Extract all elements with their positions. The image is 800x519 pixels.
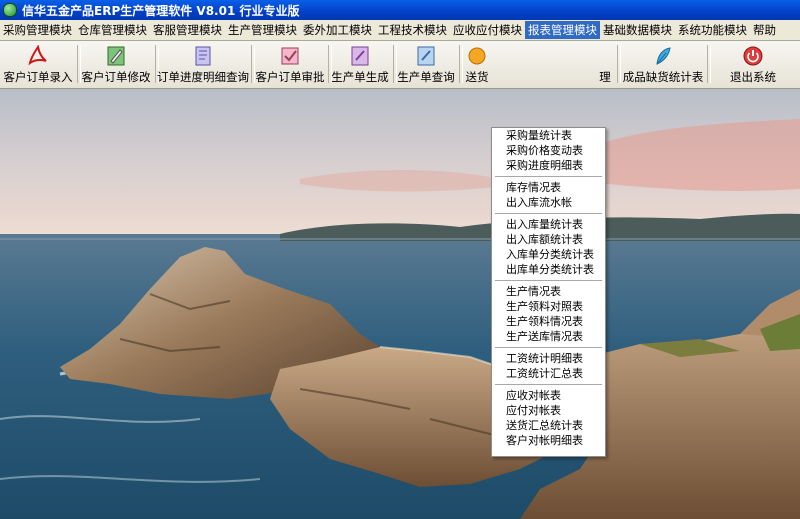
menu-item-production-material-comparison[interactable]: 生产领料对照表 xyxy=(492,299,605,314)
menu-item-receivable-reconciliation[interactable]: 应收对帐表 xyxy=(492,388,605,403)
title-bar: 信华五金产品ERP生产管理软件 V8.01 行业专业版 xyxy=(0,0,800,20)
customer-order-entry-button[interactable]: 客户订单录入 xyxy=(2,42,74,86)
customer-order-approve-button[interactable]: 客户订单审批 xyxy=(254,42,326,86)
app-icon xyxy=(3,3,17,17)
toolbar-button-partial[interactable]: 理 xyxy=(595,42,615,86)
menu-warehouse[interactable]: 仓库管理模块 xyxy=(75,21,150,39)
menu-basic-data[interactable]: 基础数据模块 xyxy=(600,21,675,39)
menu-item-purchase-price-changes[interactable]: 采购价格变动表 xyxy=(492,143,605,158)
menu-separator xyxy=(492,210,605,217)
menu-separator xyxy=(492,173,605,180)
menu-item-purchase-progress-detail[interactable]: 采购进度明细表 xyxy=(492,158,605,173)
menu-customer-service[interactable]: 客服管理模块 xyxy=(150,21,225,39)
menu-item-production-delivery-status[interactable]: 生产送库情况表 xyxy=(492,329,605,344)
menu-item-production-status[interactable]: 生产情况表 xyxy=(492,284,605,299)
menu-item-purchase-quantity-stats[interactable]: 采购量统计表 xyxy=(492,128,605,143)
menu-separator xyxy=(492,344,605,351)
menu-item-production-material-status[interactable]: 生产领料情况表 xyxy=(492,314,605,329)
delivery-button[interactable]: 送货 xyxy=(462,42,492,86)
menu-item-outbound-category-stats[interactable]: 出库单分类统计表 xyxy=(492,262,605,277)
menu-item-inventory-status[interactable]: 库存情况表 xyxy=(492,180,605,195)
desktop-wallpaper: 采购量统计表 采购价格变动表 采购进度明细表 库存情况表 出入库流水帐 出入库量… xyxy=(0,89,800,519)
exit-system-button[interactable]: 退出系统 xyxy=(718,42,788,86)
coastal-rocks-wallpaper xyxy=(0,89,800,519)
production-order-query-button[interactable]: 生产单查询 xyxy=(396,42,456,86)
menu-outsourcing[interactable]: 委外加工模块 xyxy=(300,21,375,39)
menu-item-delivery-summary-stats[interactable]: 送货汇总统计表 xyxy=(492,418,605,433)
edit-icon xyxy=(107,46,125,66)
menu-engineering[interactable]: 工程技术模块 xyxy=(375,21,450,39)
reports-dropdown-menu: 采购量统计表 采购价格变动表 采购进度明细表 库存情况表 出入库流水帐 出入库量… xyxy=(491,127,606,457)
menu-bar: 采购管理模块 仓库管理模块 客服管理模块 生产管理模块 委外加工模块 工程技术模… xyxy=(0,20,800,41)
menu-item-inbound-category-stats[interactable]: 入库单分类统计表 xyxy=(492,247,605,262)
menu-production[interactable]: 生产管理模块 xyxy=(225,21,300,39)
pdf-icon xyxy=(28,45,47,66)
customer-order-edit-button[interactable]: 客户订单修改 xyxy=(80,42,152,86)
production-order-generate-button[interactable]: 生产单生成 xyxy=(330,42,390,86)
menu-item-payable-reconciliation[interactable]: 应付对帐表 xyxy=(492,403,605,418)
generate-icon xyxy=(351,46,369,66)
menu-system[interactable]: 系统功能模块 xyxy=(675,21,750,39)
window-title: 信华五金产品ERP生产管理软件 V8.01 行业专业版 xyxy=(22,3,300,18)
menu-item-stock-amount-stats[interactable]: 出入库额统计表 xyxy=(492,232,605,247)
approve-icon xyxy=(281,47,299,65)
menu-item-stock-ledger[interactable]: 出入库流水帐 xyxy=(492,195,605,210)
toolbar: 客户订单录入 客户订单修改 订单进度明细查询 客户订单审批 生产单生成 生产单查… xyxy=(0,41,800,89)
menu-help[interactable]: 帮助 xyxy=(750,21,779,39)
document-icon xyxy=(195,46,211,66)
order-progress-detail-button[interactable]: 订单进度明细查询 xyxy=(157,42,249,86)
menu-reports[interactable]: 报表管理模块 xyxy=(525,21,600,39)
menu-purchase[interactable]: 采购管理模块 xyxy=(0,21,75,39)
menu-separator xyxy=(492,381,605,388)
menu-receivable-payable[interactable]: 应收应付模块 xyxy=(450,21,525,39)
menu-separator xyxy=(492,277,605,284)
menu-item-wage-stats-detail[interactable]: 工资统计明细表 xyxy=(492,351,605,366)
delivery-icon xyxy=(468,47,486,65)
menu-item-wage-stats-summary[interactable]: 工资统计汇总表 xyxy=(492,366,605,381)
menu-item-stock-quantity-stats[interactable]: 出入库量统计表 xyxy=(492,217,605,232)
exit-icon xyxy=(743,46,763,66)
query-icon xyxy=(417,46,435,66)
menu-item-customer-reconciliation-detail[interactable]: 客户对帐明细表 xyxy=(492,433,605,448)
feather-icon xyxy=(656,47,671,65)
product-shortage-stats-button[interactable]: 成品缺货统计表 xyxy=(622,42,704,86)
